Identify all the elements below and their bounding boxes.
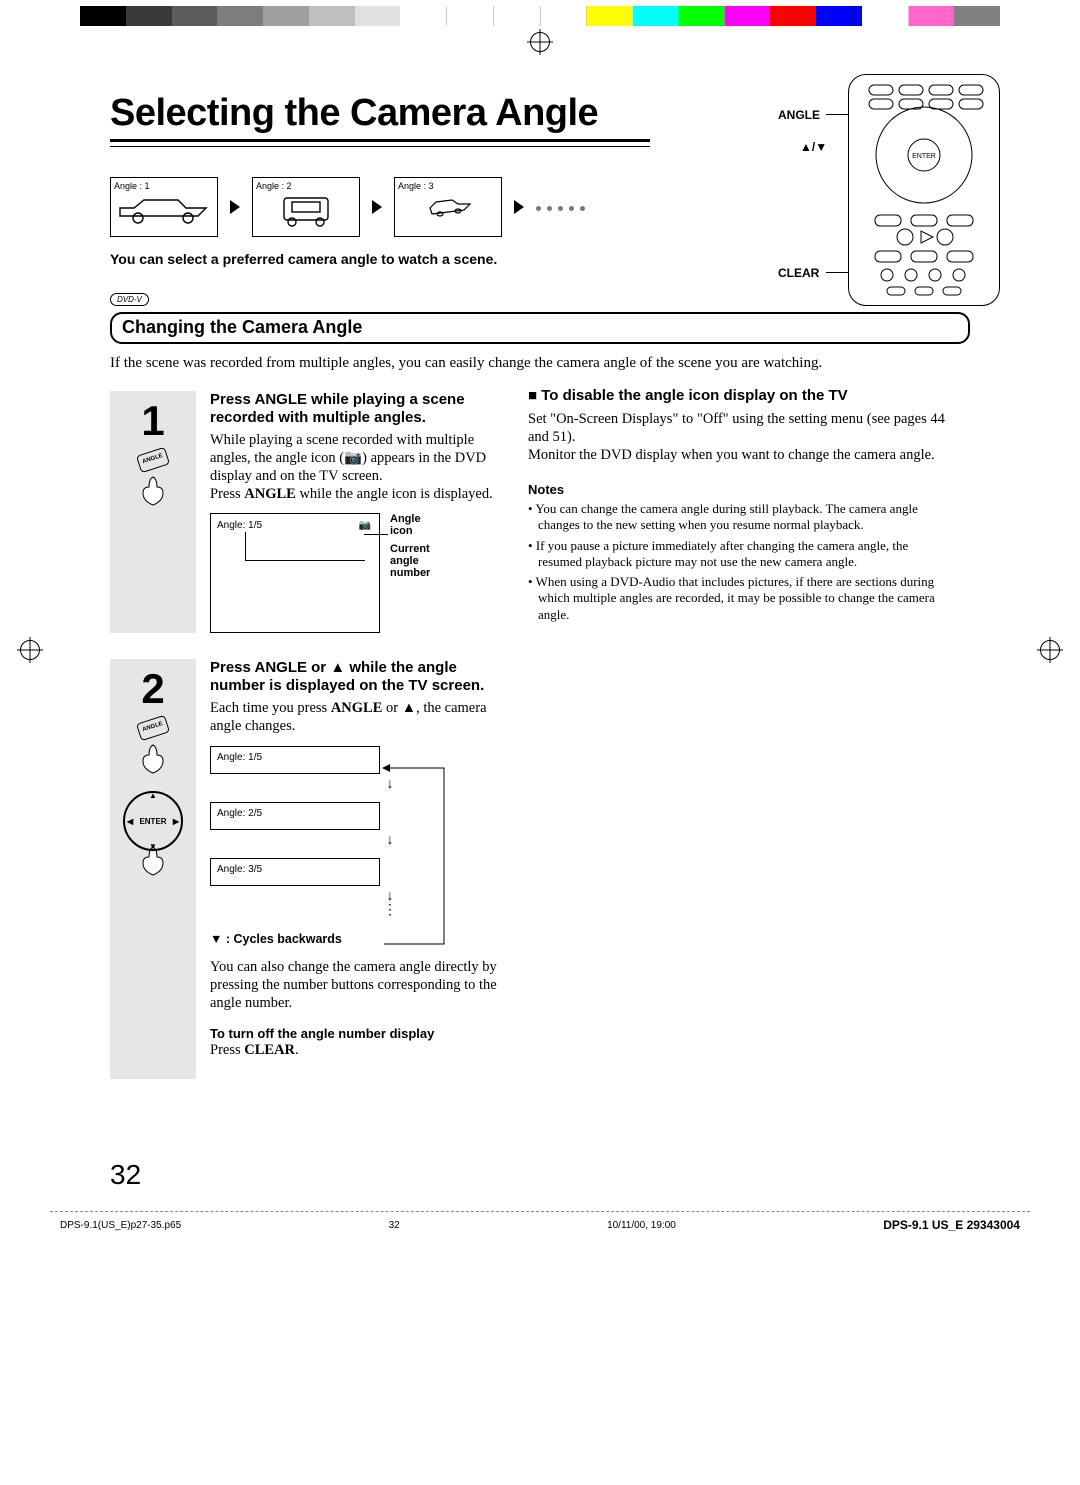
dvd-v-badge: DVD-V — [110, 293, 149, 306]
disable-icon-p1: Set "On-Screen Displays" to "Off" using … — [528, 410, 948, 446]
angle-example-1: Angle : 1 — [110, 177, 218, 237]
title-underline — [110, 139, 650, 147]
ellipsis-dots — [536, 198, 591, 216]
svg-text:ENTER: ENTER — [912, 153, 936, 160]
disable-icon-p2: Monitor the DVD display when you want to… — [528, 446, 948, 464]
footer-date: 10/11/00, 19:00 — [607, 1220, 676, 1231]
step-1-heading: Press ANGLE while playing a scene record… — [210, 391, 500, 427]
step-1-screen: Angle: 1/5 📷 — [210, 513, 380, 633]
angle-button-icon-2: ANGLE — [136, 715, 170, 741]
notes-list-item: If you pause a picture immediately after… — [528, 538, 948, 571]
arrow-right-icon — [514, 200, 524, 214]
step-2-number: 2 — [110, 665, 196, 713]
step-2-heading: Press ANGLE or ▲ while the angle number … — [210, 659, 500, 695]
notes-list-item: When using a DVD-Audio that includes pic… — [528, 574, 948, 623]
camera-angle-icon: 📷 — [359, 520, 371, 531]
step-1-number: 1 — [110, 397, 196, 445]
callout-current-angle: Current angle number — [390, 543, 450, 579]
press-angle-icon: ANGLE — [133, 451, 173, 499]
step-1-sidebar: 1 ANGLE — [110, 391, 196, 634]
registration-mark-top — [530, 32, 550, 52]
direction-pad-icon: ENTER ▲ ▼ ◀ ▶ — [123, 791, 183, 851]
remote-label-clear: CLEAR — [778, 266, 819, 280]
angle-button-icon: ANGLE — [136, 447, 170, 473]
remote-label-angle: ANGLE — [778, 108, 820, 122]
step-2-screen-2: Angle: 2/5 — [210, 802, 380, 830]
color-calibration-bar — [80, 6, 1000, 26]
print-footer: DPS-9.1(US_E)p27-35.p65 32 10/11/00, 19:… — [50, 1211, 1030, 1252]
registration-mark-right — [1040, 640, 1060, 660]
footer-filename: DPS-9.1(US_E)p27-35.p65 — [60, 1220, 181, 1231]
remote-label-arrows: ▲/▼ — [800, 140, 827, 154]
page-number: 32 — [110, 1159, 970, 1191]
step-2-text-2: You can also change the camera angle dir… — [210, 958, 500, 1012]
notes-list-item: You can change the camera angle during s… — [528, 501, 948, 534]
section-intro: If the scene was recorded from multiple … — [110, 354, 970, 373]
footer-page: 32 — [389, 1220, 400, 1231]
step-2-screen-3: Angle: 3/5 — [210, 858, 380, 886]
turn-off-heading: To turn off the angle number display — [210, 1026, 500, 1041]
disable-icon-heading: ■ To disable the angle icon display on t… — [528, 387, 948, 404]
step-1-screen-text: Angle: 1/5 — [217, 520, 262, 531]
press-angle-icon-2: ANGLE — [133, 719, 173, 767]
angle-example-3-label: Angle : 3 — [398, 181, 434, 191]
notes-list: You can change the camera angle during s… — [528, 501, 948, 623]
turn-off-text: Press CLEAR. — [210, 1041, 500, 1059]
registration-mark-left — [20, 640, 40, 660]
step-2-text-1: Each time you press ANGLE or ▲, the came… — [210, 699, 500, 735]
arrow-right-icon — [372, 200, 382, 214]
step-1: 1 ANGLE Press ANGLE while playing a scen… — [110, 391, 500, 634]
step-1-text-1: While playing a scene recorded with mult… — [210, 431, 500, 485]
arrow-right-icon — [230, 200, 240, 214]
callout-angle-icon: Angle icon — [390, 513, 421, 537]
angle-example-1-label: Angle : 1 — [114, 181, 150, 191]
angle-example-2: Angle : 2 — [252, 177, 360, 237]
step-1-text-2: Press ANGLE while the angle icon is disp… — [210, 485, 500, 503]
angle-example-3: Angle : 3 — [394, 177, 502, 237]
remote-control-illustration: ANGLE ▲/▼ CLEAR ENTER — [830, 74, 1000, 324]
footer-docid: DPS-9.1 US_E 29343004 — [883, 1218, 1020, 1232]
step-2-screen-1: Angle: 1/5 — [210, 746, 380, 774]
angle-example-2-label: Angle : 2 — [256, 181, 292, 191]
notes-heading: Notes — [528, 482, 948, 497]
step-2-sidebar: 2 ANGLE ENTER ▲ ▼ ◀ ▶ — [110, 659, 196, 1079]
cycle-arrow-icon — [382, 758, 462, 948]
step-2: 2 ANGLE ENTER ▲ ▼ ◀ ▶ Press ANGL — [110, 659, 500, 1079]
